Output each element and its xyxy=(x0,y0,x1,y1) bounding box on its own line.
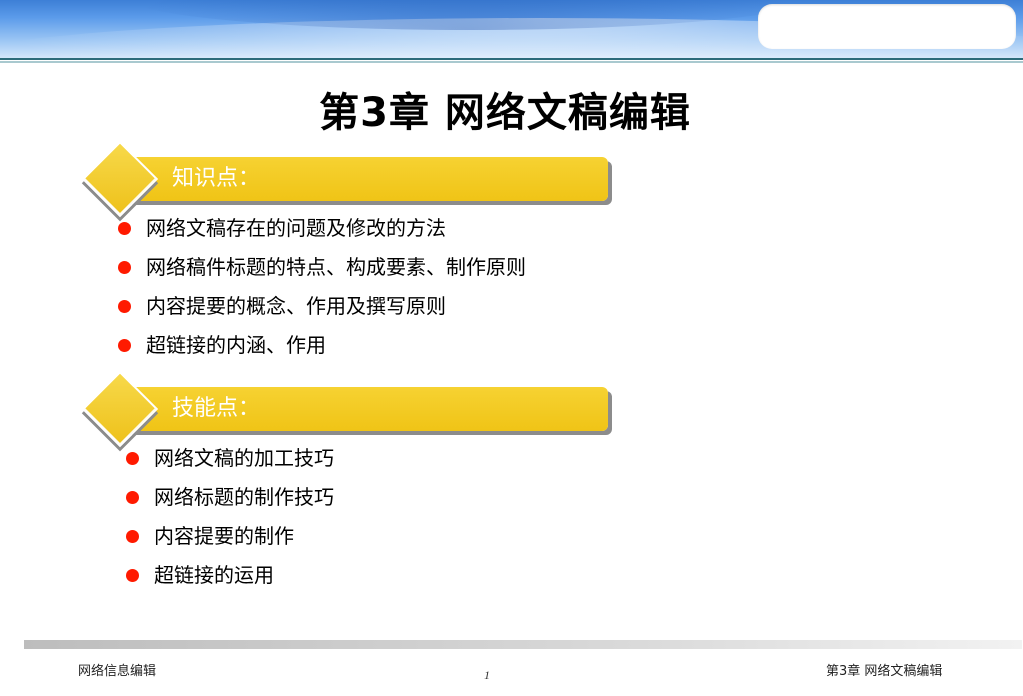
header-pill xyxy=(758,4,1016,49)
list-item: 超链接的内涵、作用 xyxy=(118,326,526,365)
bullet-dot xyxy=(118,261,131,274)
section-label-knowledge: 知识点： xyxy=(172,166,261,191)
knowledge-list: 网络文稿存在的问题及修改的方法 网络稿件标题的特点、构成要素、制作原则 内容提要… xyxy=(118,209,526,365)
footer-page-number: 1 xyxy=(484,668,490,682)
footer-chapter-name: 第3章 网络文稿编辑 xyxy=(826,664,943,679)
bullet-dot xyxy=(126,530,139,543)
section-label-skills: 技能点： xyxy=(172,396,261,421)
list-item: 内容提要的制作 xyxy=(126,517,334,556)
list-item: 网络稿件标题的特点、构成要素、制作原则 xyxy=(118,248,526,287)
list-item: 超链接的运用 xyxy=(126,556,334,595)
list-item: 网络文稿的加工技巧 xyxy=(126,439,334,478)
section-diamond-skills xyxy=(81,370,159,448)
header-divider-light xyxy=(0,61,1023,63)
bullet-dot xyxy=(118,300,131,313)
list-item: 内容提要的概念、作用及撰写原则 xyxy=(118,287,526,326)
page-title: 第3章 网络文稿编辑 xyxy=(319,90,691,136)
header-divider xyxy=(0,58,1023,60)
bullet-dot xyxy=(126,491,139,504)
list-item: 网络标题的制作技巧 xyxy=(126,478,334,517)
list-item: 网络文稿存在的问题及修改的方法 xyxy=(118,209,526,248)
bullet-dot xyxy=(126,569,139,582)
footer-course-name: 网络信息编辑 xyxy=(78,664,157,679)
footer-bar xyxy=(24,640,1022,649)
bullet-dot xyxy=(118,222,131,235)
section-diamond-knowledge xyxy=(81,140,159,218)
bullet-dot xyxy=(126,452,139,465)
skills-list: 网络文稿的加工技巧 网络标题的制作技巧 内容提要的制作 超链接的运用 xyxy=(126,439,334,595)
bullet-dot xyxy=(118,339,131,352)
